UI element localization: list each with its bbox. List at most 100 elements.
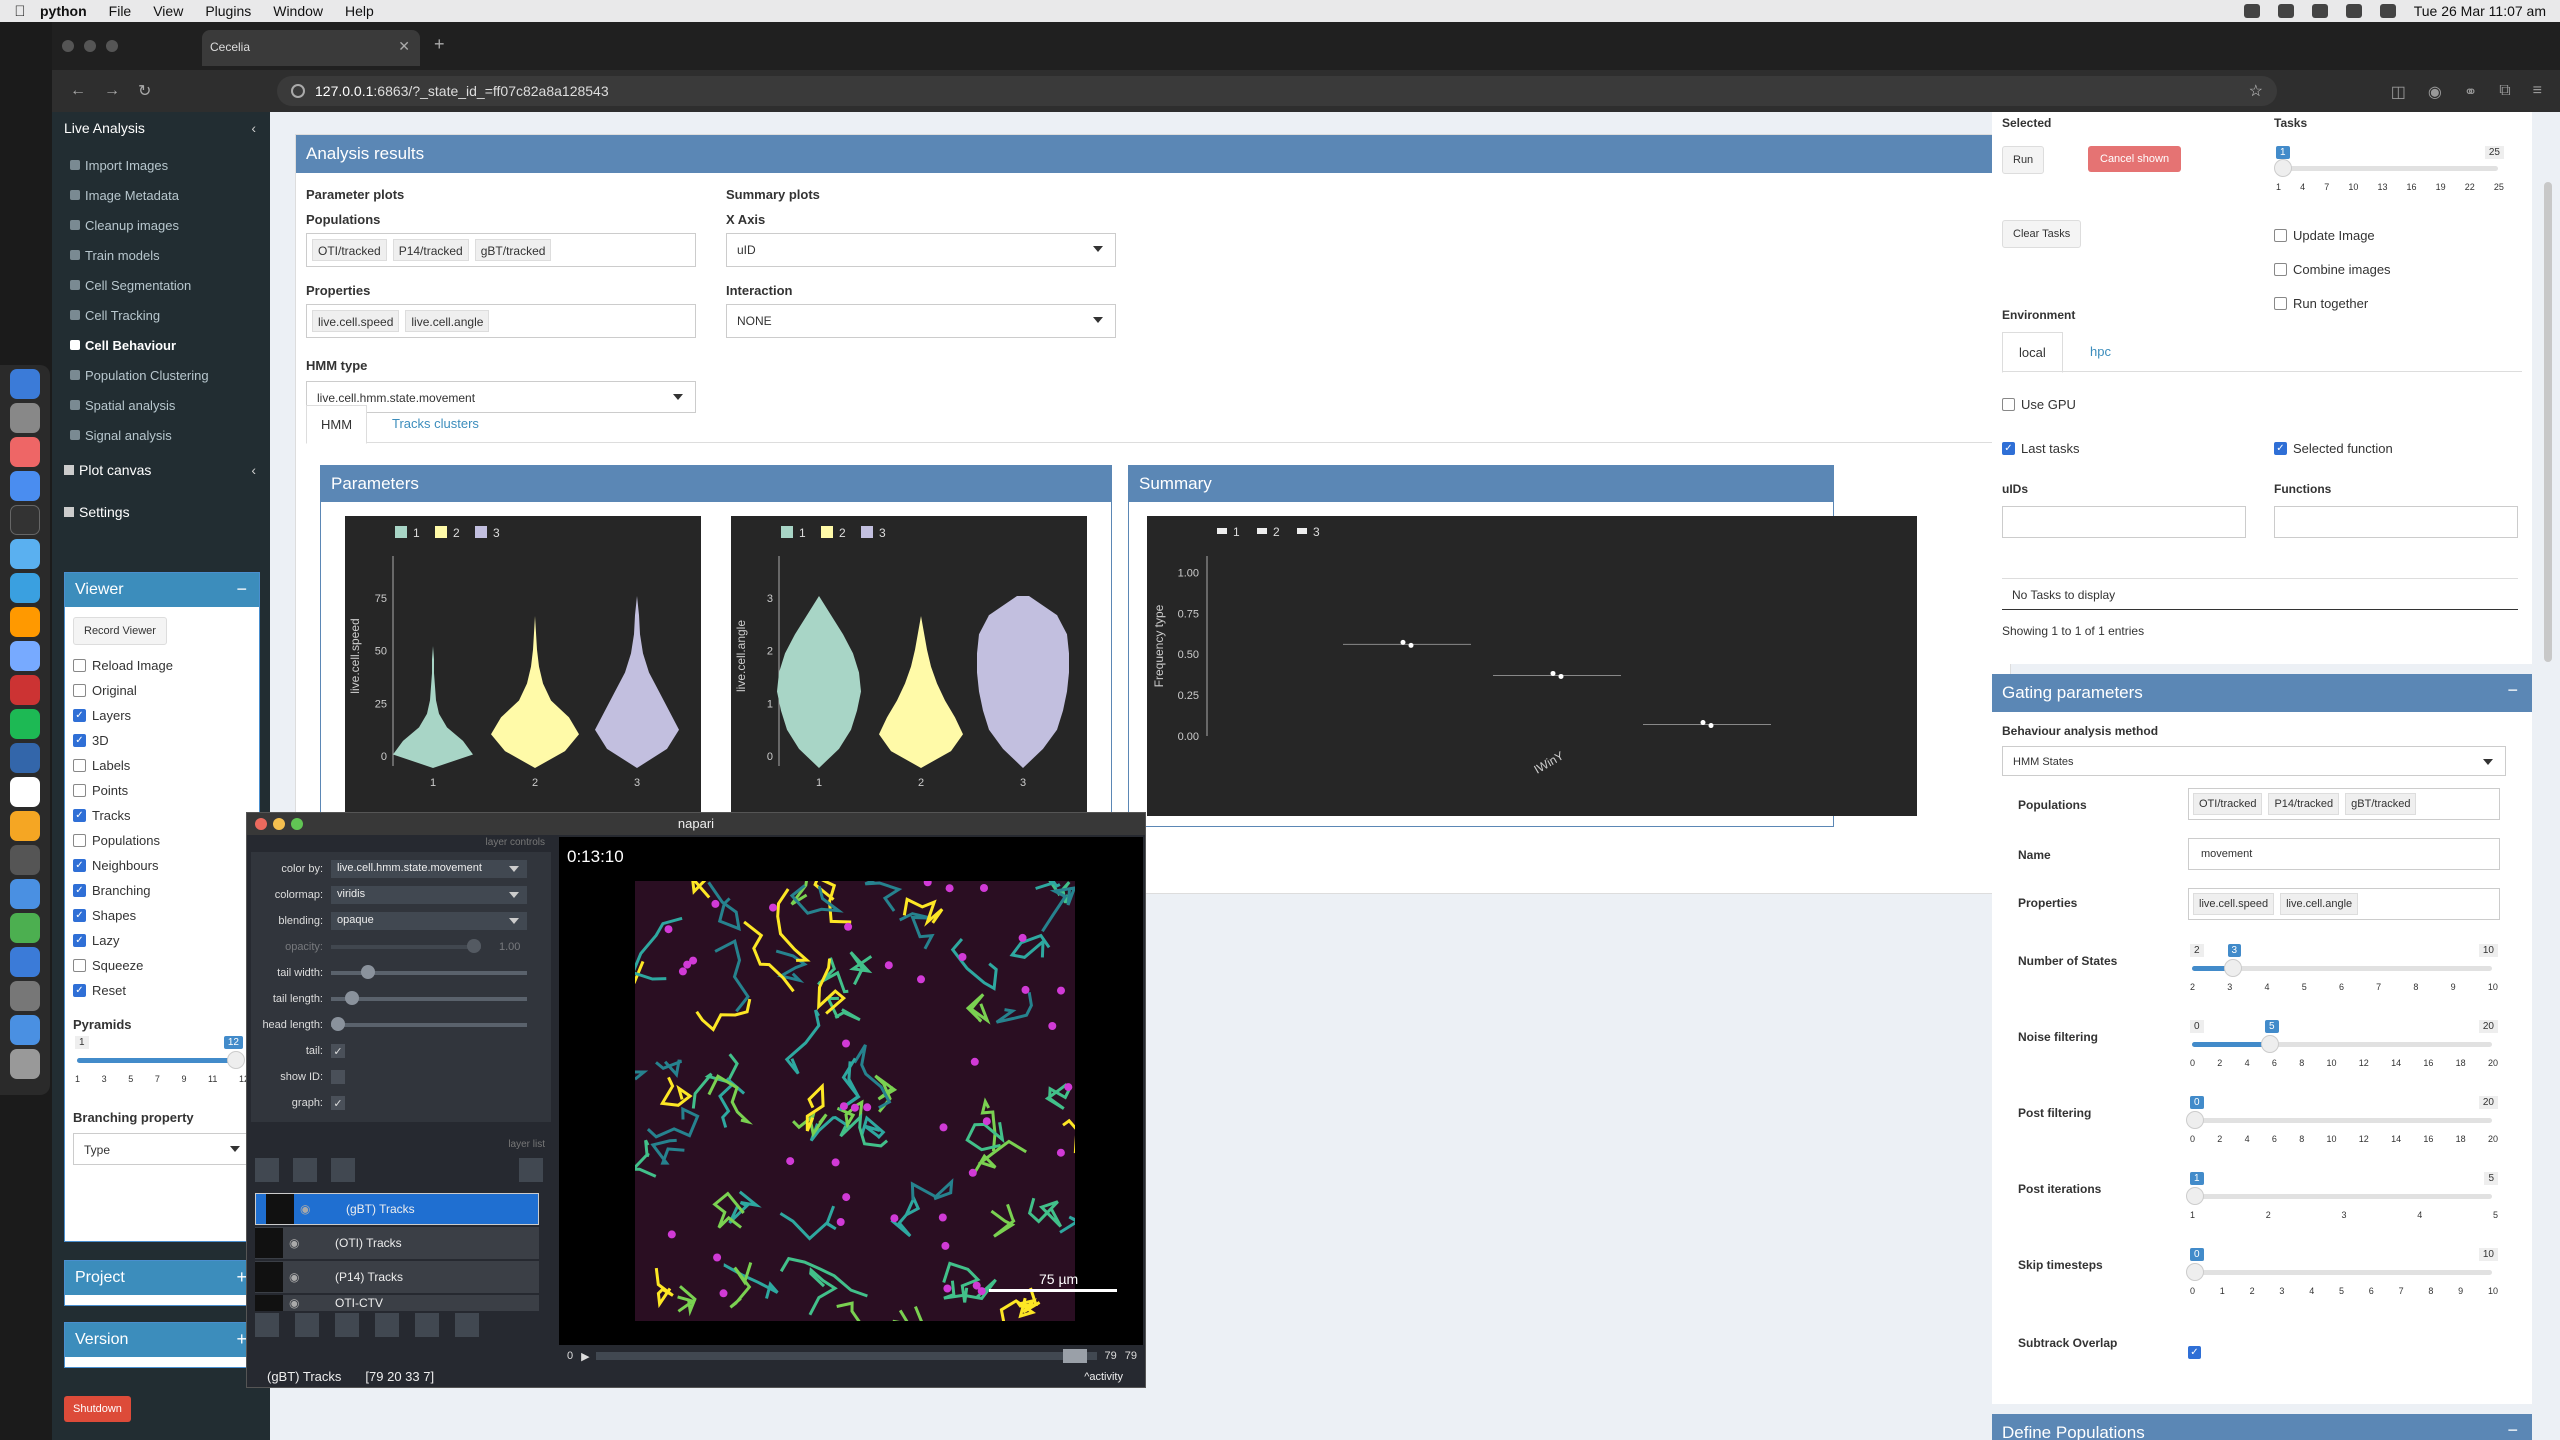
settings-icon[interactable] <box>10 403 40 433</box>
play-icon[interactable]: ▶ <box>581 1350 589 1363</box>
layer-item[interactable]: ◉ OTI-CTV <box>255 1295 539 1311</box>
slider-handle[interactable] <box>2223 959 2242 977</box>
apple-icon[interactable]:  <box>0 3 40 20</box>
population-tag[interactable]: P14/tracked <box>2268 793 2340 815</box>
slider-handle[interactable] <box>2186 1187 2204 1205</box>
forward-icon[interactable]: → <box>104 82 120 100</box>
frame-slider[interactable] <box>595 1349 1097 1363</box>
checkbox-box[interactable]: ✓ <box>73 884 86 897</box>
population-tag[interactable]: P14/tracked <box>392 239 469 261</box>
checkbox-box[interactable]: ✓ <box>73 809 86 822</box>
viewer-option-checkbox[interactable]: Reload Image <box>73 653 251 678</box>
checkbox-box[interactable] <box>73 834 86 847</box>
app-icon[interactable] <box>10 777 40 807</box>
gating-name-input[interactable]: movement <box>2188 838 2500 870</box>
tab-hpc[interactable]: hpc <box>2074 332 2127 371</box>
checkbox-box[interactable]: ✓ <box>2274 442 2287 455</box>
xaxis-select[interactable]: uID <box>726 233 1116 267</box>
status-icon[interactable] <box>2243 4 2260 18</box>
folder-icon[interactable] <box>10 1015 40 1045</box>
wifi-icon[interactable] <box>2311 4 2328 18</box>
gating-slider[interactable]: 0100012345678910 <box>2186 1248 2500 1296</box>
app-icon[interactable] <box>10 539 40 569</box>
address-bar[interactable]: 127.0.0.1:6863/?_state_id_=ff07c82a8a128… <box>277 76 2277 106</box>
shutdown-button[interactable]: Shutdown <box>64 1396 131 1422</box>
zoom-window-icon[interactable] <box>291 818 303 830</box>
back-icon[interactable]: ← <box>70 82 86 100</box>
layer-item[interactable]: ◉ (gBT) Tracks <box>255 1193 539 1225</box>
functions-input[interactable] <box>2274 506 2518 538</box>
gating-populations-input[interactable]: OTI/tracked P14/tracked gBT/tracked <box>2188 788 2500 820</box>
slider-handle[interactable] <box>2186 1263 2204 1281</box>
eye-icon[interactable]: ◉ <box>300 1202 316 1216</box>
method-select[interactable]: HMM States <box>2002 746 2506 776</box>
new-points-icon[interactable] <box>255 1158 279 1182</box>
viewer-option-checkbox[interactable]: ✓ 3D <box>73 728 251 753</box>
slider-track[interactable] <box>2192 1270 2492 1275</box>
menu-app[interactable]: python <box>40 3 87 19</box>
sidebar-live-analysis[interactable]: Live Analysis ‹ <box>52 112 270 144</box>
populations-input[interactable]: OTI/tracked P14/tracked gBT/tracked <box>306 233 696 267</box>
eye-icon[interactable]: ◉ <box>289 1296 305 1310</box>
layer-item[interactable]: ◉ (P14) Tracks <box>255 1261 539 1293</box>
population-tag[interactable]: gBT/tracked <box>2345 793 2417 815</box>
checkbox-box[interactable]: ✓ <box>73 909 86 922</box>
gating-slider[interactable]: 2 10 3 2 3 4 5 6 7 8 9 10 <box>2188 944 2500 992</box>
account-icon[interactable]: ◉ <box>2428 82 2442 102</box>
slider-handle[interactable] <box>2186 1111 2204 1129</box>
minimize-window-icon[interactable] <box>273 818 285 830</box>
checkbox-box[interactable]: ✓ <box>73 859 86 872</box>
property-tag[interactable]: live.cell.speed <box>2193 893 2275 915</box>
slider-track[interactable] <box>2192 1118 2492 1123</box>
slider-handle[interactable] <box>227 1051 245 1069</box>
new-labels-icon[interactable] <box>331 1158 355 1182</box>
status-icon[interactable] <box>2277 4 2294 18</box>
task-option-checkbox[interactable]: Combine images <box>2274 252 2391 286</box>
checkbox-box[interactable]: ✓ <box>73 984 86 997</box>
viewer-option-checkbox[interactable]: Populations <box>73 828 251 853</box>
fiji-icon[interactable] <box>10 743 40 773</box>
activity-button[interactable]: ^activity <box>1084 1371 1123 1383</box>
reload-icon[interactable]: ↻ <box>138 81 151 101</box>
tail-width-slider[interactable] <box>331 965 527 979</box>
tail-length-slider[interactable] <box>331 991 527 1005</box>
delete-layer-icon[interactable] <box>519 1158 543 1182</box>
checkbox-box[interactable] <box>73 784 86 797</box>
viewer-option-checkbox[interactable]: Points <box>73 778 251 803</box>
chrome-icon[interactable] <box>10 471 40 501</box>
checkbox-box[interactable] <box>2274 228 2287 242</box>
tail-checkbox[interactable]: ✓ <box>331 1044 345 1058</box>
trash-icon[interactable] <box>10 1049 40 1079</box>
illustrator-icon[interactable] <box>10 607 40 637</box>
terminal-icon[interactable] <box>10 505 40 535</box>
grid-icon[interactable] <box>415 1313 439 1337</box>
gating-header[interactable]: Gating parameters − <box>1992 674 2532 712</box>
extension-icon[interactable]: ⚭ <box>2464 82 2477 102</box>
task-option-checkbox[interactable]: Update Image <box>2274 218 2391 252</box>
slider-handle[interactable] <box>1062 1349 1087 1363</box>
checkbox-box[interactable] <box>2274 262 2287 276</box>
head-length-slider[interactable] <box>331 1017 527 1031</box>
menu-help[interactable]: Help <box>345 3 374 19</box>
sidebar-item-image-metadata[interactable]: Image Metadata <box>52 180 270 210</box>
slider-handle[interactable] <box>361 965 375 979</box>
eye-icon[interactable]: ◉ <box>289 1270 305 1284</box>
sidebar-item-signal-analysis[interactable]: Signal analysis <box>52 420 270 450</box>
firefox-icon[interactable] <box>10 437 40 467</box>
close-window-icon[interactable] <box>255 818 267 830</box>
app-icon[interactable] <box>10 947 40 977</box>
tab-tracks-clusters[interactable]: Tracks clusters <box>378 405 493 442</box>
checkbox-box[interactable]: ✓ <box>73 734 86 747</box>
close-window-icon[interactable] <box>62 40 74 52</box>
project-box[interactable]: Project + <box>64 1260 260 1306</box>
sidebar-item-cell-behaviour[interactable]: Cell Behaviour <box>52 330 270 360</box>
show-id-checkbox[interactable] <box>331 1070 345 1084</box>
checkbox-box[interactable] <box>73 659 86 672</box>
project-header[interactable]: Project + <box>65 1261 259 1295</box>
record-viewer-button[interactable]: Record Viewer <box>73 617 167 645</box>
home-icon[interactable] <box>455 1313 479 1337</box>
property-tag[interactable]: live.cell.speed <box>312 310 400 332</box>
search-icon[interactable] <box>2345 4 2362 18</box>
menu-icon[interactable]: ≡ <box>2533 82 2542 102</box>
opacity-slider[interactable] <box>331 939 481 953</box>
